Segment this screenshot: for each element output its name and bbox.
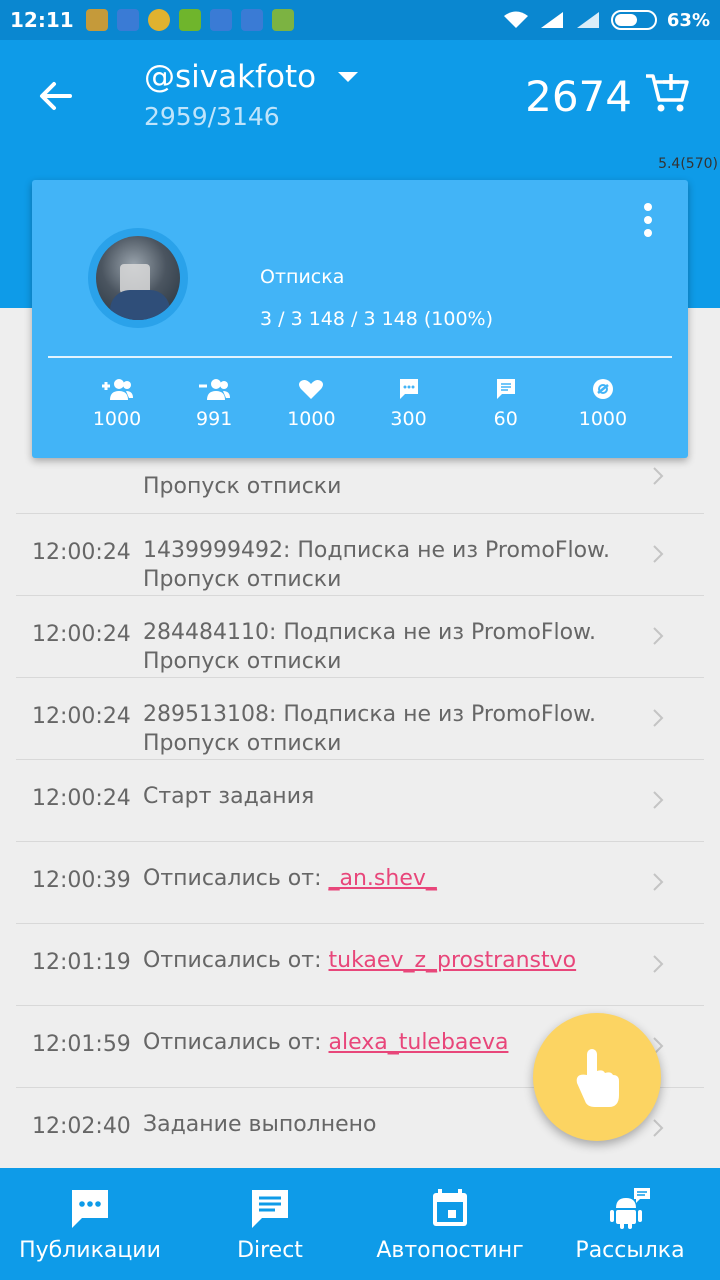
publications-icon xyxy=(72,1190,108,1228)
wifi-icon xyxy=(503,11,528,28)
message-icon xyxy=(496,379,515,399)
bug-icon xyxy=(178,9,201,31)
stats-row: 1000 991 1000 300 60 1000 xyxy=(72,376,648,430)
account-selector[interactable]: @sivakfoto 2959/3146 xyxy=(144,58,316,131)
chevron-right-icon xyxy=(653,545,664,563)
task-progress: 3 / 3 148 / 3 148 (100%) xyxy=(260,308,494,330)
cleaner-icon xyxy=(85,9,108,31)
log-row[interactable]: 12:00:24 284484110: Подписка не из Promo… xyxy=(16,596,704,678)
heart-icon xyxy=(299,380,324,399)
chevron-right-icon xyxy=(653,791,664,809)
task-title: Отписка xyxy=(260,266,345,288)
user-link[interactable]: tukaev_z_prostranstvo xyxy=(329,948,577,973)
log-row[interactable]: 12:00:39 Отписались от: _an.shev_ xyxy=(16,842,704,924)
touch-icon xyxy=(576,1049,619,1107)
touch-fab-button[interactable] xyxy=(533,1013,661,1141)
more-vert-icon[interactable] xyxy=(638,202,658,238)
nav-direct[interactable]: Direct xyxy=(180,1168,360,1280)
story-icon xyxy=(592,379,613,399)
avatar xyxy=(88,228,188,328)
log-row[interactable]: 12:00:24 289513108: Подписка не из Promo… xyxy=(16,678,704,760)
stat-stories: 1000 xyxy=(558,376,648,430)
chevron-right-icon xyxy=(653,709,664,727)
account-counter: 2959/3146 xyxy=(144,102,280,131)
user-link[interactable]: _an.shev_ xyxy=(329,866,437,891)
task-card[interactable]: Отписка 3 / 3 148 / 3 148 (100%) 1000 99… xyxy=(32,180,688,458)
chevron-right-icon xyxy=(653,1119,664,1137)
chevron-right-icon xyxy=(653,873,664,891)
shield-icon xyxy=(116,9,139,31)
signal-icon xyxy=(540,12,563,28)
shield-icon xyxy=(240,9,263,31)
log-row[interactable]: 12:01:19 Отписались от: tukaev_z_prostra… xyxy=(16,924,704,1006)
nav-mailing[interactable]: Рассылка xyxy=(540,1168,720,1280)
chevron-right-icon xyxy=(653,627,664,645)
calendar-icon xyxy=(433,1189,467,1226)
notification-icons xyxy=(85,9,294,31)
chevron-down-icon[interactable] xyxy=(336,70,360,84)
status-bar: 12:11 63% xyxy=(0,0,720,40)
follow-icon xyxy=(102,379,133,400)
user-link[interactable]: alexa_tulebaeva xyxy=(329,1030,509,1055)
stat-messages: 60 xyxy=(461,376,551,430)
card-divider xyxy=(48,356,672,358)
shield-icon xyxy=(209,9,232,31)
comment-icon xyxy=(399,379,418,399)
coin-icon xyxy=(147,9,170,31)
app-bar: @sivakfoto 2959/3146 2674 xyxy=(0,40,720,152)
stat-likes: 1000 xyxy=(266,376,356,430)
log-row[interactable]: 12:00:24 Старт задания xyxy=(16,760,704,842)
stat-follows: 1000 xyxy=(72,376,162,430)
android-icon xyxy=(271,9,294,31)
direct-icon xyxy=(252,1190,288,1228)
status-time: 12:11 xyxy=(10,8,74,32)
unfollow-icon xyxy=(199,379,231,400)
signal-icon xyxy=(576,12,599,28)
chevron-right-icon xyxy=(653,955,664,973)
bottom-navigation: Публикации Direct Автопостинг Рассылка xyxy=(0,1168,720,1280)
app-version: 5.4(570) xyxy=(658,156,718,172)
nav-autoposting[interactable]: Автопостинг xyxy=(360,1168,540,1280)
credits-balance: 2674 xyxy=(525,72,632,121)
android-icon xyxy=(610,1188,650,1229)
battery-percent: 63% xyxy=(666,9,710,31)
stat-comments: 300 xyxy=(364,376,454,430)
stat-unfollows: 991 xyxy=(169,376,259,430)
account-name: @sivakfoto xyxy=(144,59,317,95)
nav-publications[interactable]: Публикации xyxy=(0,1168,180,1280)
back-arrow-icon[interactable] xyxy=(36,76,76,116)
chevron-right-icon xyxy=(653,467,664,485)
battery-icon xyxy=(610,10,657,30)
add-to-cart-icon[interactable] xyxy=(644,70,690,116)
log-row[interactable]: 12:00:24 1439999492: Подписка не из Prom… xyxy=(16,514,704,596)
